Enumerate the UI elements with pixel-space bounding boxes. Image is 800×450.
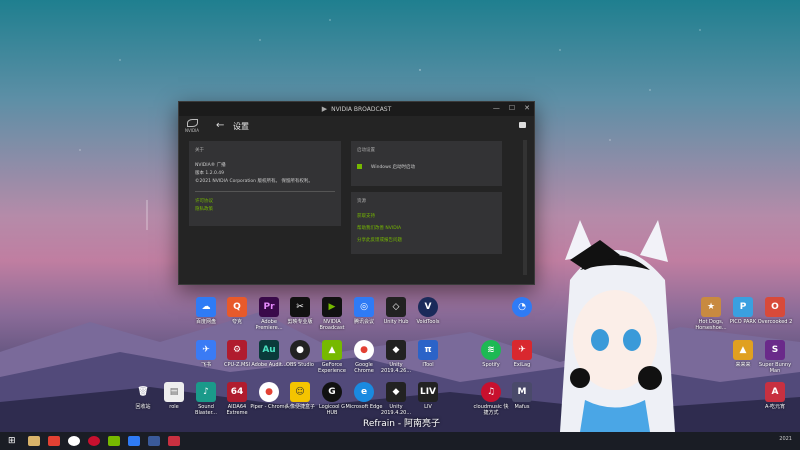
nvidia-broadcast-window: ▶ NVIDIA BROADCAST — ☐ ✕ NVIDIA ← 设置 关于 … <box>178 101 535 285</box>
game-icon: P <box>733 297 753 317</box>
app-icon[interactable] <box>48 436 60 446</box>
song-subtitle: Refrain - 阿南亮子 <box>363 419 440 429</box>
desktop-icon[interactable]: LIV LIV <box>409 382 447 410</box>
chrome-icon[interactable] <box>68 436 80 446</box>
startup-title: 启动设置 <box>357 148 375 153</box>
startup-checkbox-label: Windows 启动时启动 <box>371 165 416 170</box>
window-titlebar[interactable]: ▶ NVIDIA BROADCAST — ☐ ✕ <box>179 102 534 116</box>
settings-header: NVIDIA ← 设置 <box>179 116 534 136</box>
feedback-link[interactable]: 分享此反馈或报告问题 <box>357 237 402 243</box>
window-title: NVIDIA BROADCAST <box>331 105 392 113</box>
resources-card: 资源 获取支持 帮助我们改善 NVIDIA 分享此反馈或报告问题 <box>351 192 502 254</box>
sound-blaster-icon: ♪ <box>196 382 216 402</box>
itool-icon: π <box>418 340 438 360</box>
liv-icon: LIV <box>418 382 438 402</box>
mafus-icon: M <box>512 382 532 402</box>
nvidia-brand-label: NVIDIA <box>185 128 199 133</box>
chrome-icon: ● <box>259 382 279 402</box>
chrome-icon: ● <box>354 340 374 360</box>
divider <box>195 191 335 192</box>
version-text: 版本 1.2.0.49 <box>195 171 225 176</box>
recycle-bin-icon: 🗑 <box>137 387 149 397</box>
game-icon: O <box>765 297 785 317</box>
game-icon: ★ <box>701 297 721 317</box>
privacy-link[interactable]: 隐私政策 <box>195 206 213 212</box>
unity-hub-icon: ◇ <box>386 297 406 317</box>
back-arrow-icon[interactable]: ← <box>216 120 224 131</box>
app-icon[interactable] <box>128 436 140 446</box>
maximize-button[interactable]: ☐ <box>509 104 515 112</box>
nvidia-logo: NVIDIA <box>184 119 200 133</box>
app-icon[interactable] <box>168 436 180 446</box>
desktop-icon[interactable]: V VoidTools <box>409 297 447 325</box>
cloudmusic-icon: ♫ <box>481 382 501 402</box>
game-icon: S <box>765 340 785 360</box>
desktop-icon[interactable]: O Overcooked 2 <box>756 297 794 325</box>
edge-icon: e <box>354 382 374 402</box>
unity-icon: ◆ <box>386 382 406 402</box>
exilag-icon: ✈ <box>512 340 532 360</box>
voidtools-icon: V <box>418 297 438 317</box>
file-icon: ▤ <box>164 382 184 402</box>
tencent-meeting-icon: ◎ <box>354 297 374 317</box>
cpuz-icon: ⚙ <box>227 340 247 360</box>
quark-icon: Q <box>227 297 247 317</box>
system-tray-clock[interactable]: 2021 <box>779 436 792 442</box>
cloudmusic-icon[interactable] <box>88 436 100 446</box>
obs-icon: ● <box>290 340 310 360</box>
avatar-box-icon: ☺ <box>290 382 310 402</box>
desktop-icon[interactable]: ▲ 来来来 <box>724 340 762 368</box>
taskbar: ⊞ 2021 <box>0 432 800 450</box>
broadcast-logo-icon: ▶ <box>321 105 328 113</box>
app-icon[interactable] <box>148 436 160 446</box>
minimize-button[interactable]: — <box>493 104 500 112</box>
desktop-icon[interactable]: A A-吃元宵 <box>756 382 794 410</box>
feishu-icon: ✈ <box>196 340 216 360</box>
file-explorer-icon[interactable] <box>28 436 40 446</box>
baidu-icon: ☁ <box>196 297 216 317</box>
start-button[interactable]: ⊞ <box>8 436 20 446</box>
game-icon: A <box>765 382 785 402</box>
startup-checkbox[interactable] <box>357 164 362 169</box>
aida64-icon: 64 <box>227 382 247 402</box>
audition-icon: Au <box>259 340 279 360</box>
startup-card: 启动设置 Windows 启动时启动 <box>351 141 502 186</box>
broadcast-icon[interactable] <box>108 436 120 446</box>
vtuber-avatar <box>560 220 675 432</box>
nvidia-eye-icon <box>186 119 198 127</box>
desktop-icon[interactable]: ✈ ExiLag <box>503 340 541 368</box>
desktop-icon[interactable]: ◔ <box>503 297 541 319</box>
scrollbar[interactable] <box>523 140 527 275</box>
license-link[interactable]: 许可协议 <box>195 198 213 204</box>
improve-link[interactable]: 帮助我们改善 NVIDIA <box>357 225 401 231</box>
game-icon: ▲ <box>733 340 753 360</box>
app-icon: ◔ <box>512 297 532 317</box>
premiere-icon: Pr <box>259 297 279 317</box>
ghub-icon: G <box>322 382 342 402</box>
desktop-icon[interactable]: M Mafus <box>503 382 541 410</box>
product-name: NVIDIA® 广播 <box>195 163 226 168</box>
spotify-icon: ≋ <box>481 340 501 360</box>
broadcast-icon: ▶ <box>322 297 342 317</box>
page-title: 设置 <box>233 122 249 131</box>
resources-title: 资源 <box>357 199 366 204</box>
close-button[interactable]: ✕ <box>524 104 530 112</box>
about-title: 关于 <box>195 148 204 153</box>
geforce-icon: ▲ <box>322 340 342 360</box>
desktop-icon[interactable]: π ITool <box>409 340 447 368</box>
support-link[interactable]: 获取支持 <box>357 213 375 219</box>
feedback-icon[interactable] <box>519 122 526 128</box>
unity-icon: ◆ <box>386 340 406 360</box>
about-card: 关于 NVIDIA® 广播 版本 1.2.0.49 ©2021 NVIDIA C… <box>189 141 341 226</box>
copyright-text: ©2021 NVIDIA Corporation 版权所有。 保留所有权利。 <box>195 179 313 184</box>
capcut-icon: ✂ <box>290 297 310 317</box>
